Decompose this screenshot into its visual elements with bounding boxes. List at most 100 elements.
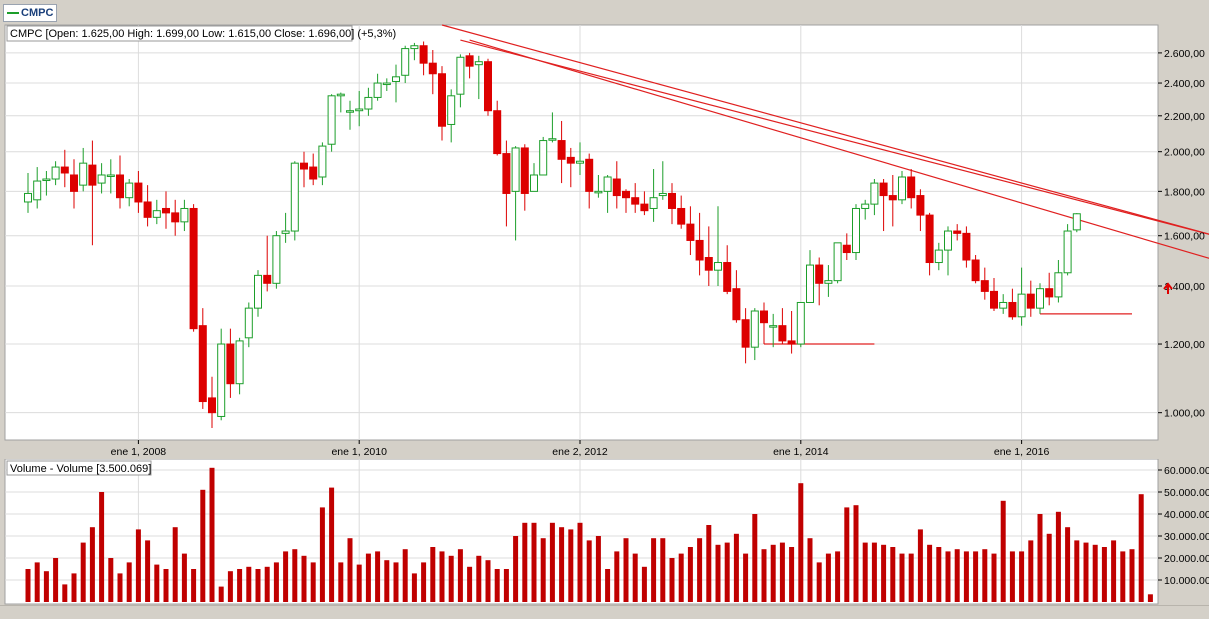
volume-bar: [273, 562, 279, 602]
candle-body-up: [1036, 288, 1044, 309]
symbol-tab-label: CMPC: [21, 7, 54, 19]
volume-bar: [181, 553, 187, 602]
volume-bar: [375, 551, 381, 602]
candle-body-up: [392, 76, 400, 82]
volume-bar: [669, 558, 675, 602]
candle-body-down: [226, 343, 235, 385]
volume-bar: [145, 540, 151, 602]
volume-bar: [577, 522, 583, 602]
candle: [327, 94, 336, 152]
candle-body-up: [870, 182, 879, 205]
volume-bar: [1046, 533, 1052, 602]
candle-body-down: [70, 174, 78, 192]
price-y-tick-label: 2.000,00: [1164, 147, 1205, 159]
volume-bar: [25, 569, 31, 602]
candle-body-up: [1063, 230, 1072, 274]
volume-bar: [430, 547, 436, 602]
candle-body-up: [824, 280, 833, 284]
candle-body-down: [815, 264, 824, 284]
volume-y-tick-label: 10.000.000: [1164, 575, 1209, 587]
candle-body-up: [355, 108, 364, 112]
candle: [852, 204, 860, 261]
volume-bar: [329, 487, 335, 602]
candle-body-down: [208, 397, 216, 414]
price-y-tick-label: 1.200,00: [1164, 339, 1205, 351]
scroll-bar[interactable]: [0, 605, 1209, 619]
volume-bar: [347, 538, 353, 602]
volume-bar: [163, 569, 169, 602]
volume-bar: [476, 555, 482, 602]
x-tick-label: ene 1, 2010: [331, 446, 387, 458]
candle-body-down: [990, 290, 998, 309]
volume-bar: [503, 569, 509, 602]
volume-bar: [154, 564, 160, 602]
volume-bar: [540, 538, 546, 602]
volume-bar: [697, 538, 703, 602]
candle-body-up: [833, 242, 842, 282]
volume-bar: [200, 489, 206, 602]
volume-bar: [761, 549, 767, 602]
volume-bar: [641, 566, 647, 602]
volume-bar: [991, 553, 997, 602]
volume-bar: [687, 547, 693, 602]
candle-body-down: [723, 262, 732, 292]
price-y-tick-label: 2.200,00: [1164, 111, 1205, 123]
volume-bar: [246, 566, 252, 602]
candle-body-down: [585, 158, 594, 192]
candle-body-down: [741, 319, 750, 348]
volume-bar: [34, 562, 40, 602]
candle-body-down: [980, 280, 989, 292]
symbol-tab[interactable]: CMPC: [3, 4, 57, 22]
candle-body-down: [778, 325, 787, 342]
volume-bar: [816, 562, 822, 602]
candle-body-up: [364, 96, 373, 110]
volume-bar: [595, 536, 601, 602]
candle-body-up: [272, 235, 281, 284]
volume-bar: [1092, 544, 1098, 602]
candle-body-up: [33, 180, 42, 201]
volume-bar: [356, 564, 362, 602]
candle-body-up: [327, 95, 336, 145]
candle-body-down: [198, 325, 207, 403]
candle-body-down: [309, 166, 318, 180]
volume-bar: [53, 558, 59, 602]
candle-body-down: [677, 207, 686, 225]
volume-bar: [743, 553, 749, 602]
volume-bar: [1101, 547, 1107, 602]
candle-body-down: [760, 310, 768, 324]
volume-y-tick-label: 30.000.000: [1164, 531, 1209, 543]
volume-bar: [319, 507, 325, 602]
volume-bar: [485, 560, 491, 602]
candle-body-up: [180, 207, 189, 223]
volume-bar: [678, 553, 684, 602]
volume-bar: [43, 571, 49, 602]
volume-bar: [927, 544, 933, 602]
volume-bar: [99, 492, 105, 602]
volume-bar: [264, 566, 270, 602]
volume-bar: [623, 538, 629, 602]
candle-body-up: [106, 174, 115, 177]
volume-bar: [724, 542, 730, 602]
candle-body-down: [566, 156, 575, 164]
volume-bar: [237, 569, 243, 602]
x-tick-label: ene 2, 2012: [552, 446, 608, 458]
candle-body-up: [474, 61, 483, 66]
candle-body-up: [861, 203, 870, 209]
candle: [1072, 213, 1081, 233]
candle-body-up: [1054, 272, 1063, 298]
candle-body-down: [1008, 301, 1017, 318]
volume-bar: [1129, 549, 1135, 602]
candle-body-up: [511, 147, 520, 192]
price-plot-area: [4, 24, 1159, 441]
volume-y-tick-label: 50.000.000: [1164, 487, 1209, 499]
candle-body-down: [557, 140, 566, 160]
candle: [833, 242, 842, 284]
candle-body-down: [612, 178, 621, 197]
volume-bar: [209, 467, 215, 602]
volume-bar: [89, 527, 95, 602]
volume-bar: [292, 549, 298, 602]
volume-bar: [890, 547, 896, 602]
volume-bar: [807, 538, 813, 602]
volume-bar: [522, 522, 528, 602]
candle-body-up: [281, 230, 290, 234]
